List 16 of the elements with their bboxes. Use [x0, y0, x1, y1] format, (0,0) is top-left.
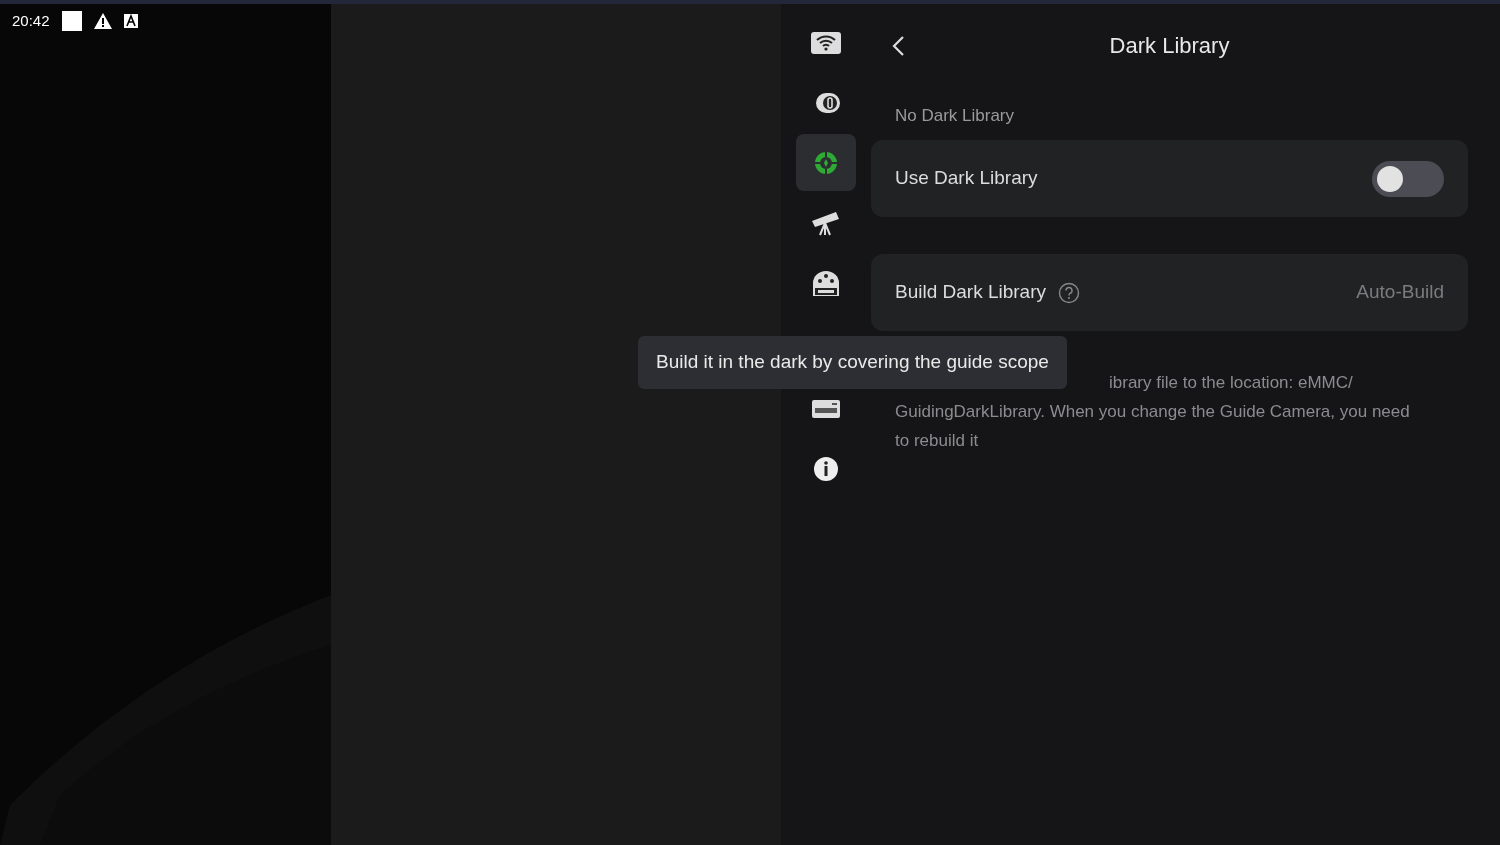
description-line: ibrary file to the location: eMMC/ — [1109, 372, 1353, 394]
setting-value[interactable]: Auto-Build — [1356, 278, 1444, 307]
setting-label: Build Dark Library — [895, 280, 1046, 305]
status-text: No Dark Library — [894, 105, 1016, 127]
warning-icon — [93, 13, 112, 30]
description-line: to rebuild it — [895, 430, 979, 452]
back-icon — [891, 34, 905, 57]
clock-time: 20:42 — [12, 11, 50, 31]
page-title: Dark Library — [1109, 31, 1230, 60]
toggle-switch[interactable] — [1372, 160, 1444, 197]
tooltip: Build it in the dark by covering the guide scope — [638, 336, 1067, 389]
font-icon — [123, 14, 138, 29]
setting-label: Use Dark Library — [895, 166, 1038, 191]
filter-wheel-icon — [810, 268, 842, 297]
help-icon[interactable] — [1058, 281, 1080, 304]
description-line: GuidingDarkLibrary. When you change the Guide Camera, you need — [895, 401, 1410, 423]
